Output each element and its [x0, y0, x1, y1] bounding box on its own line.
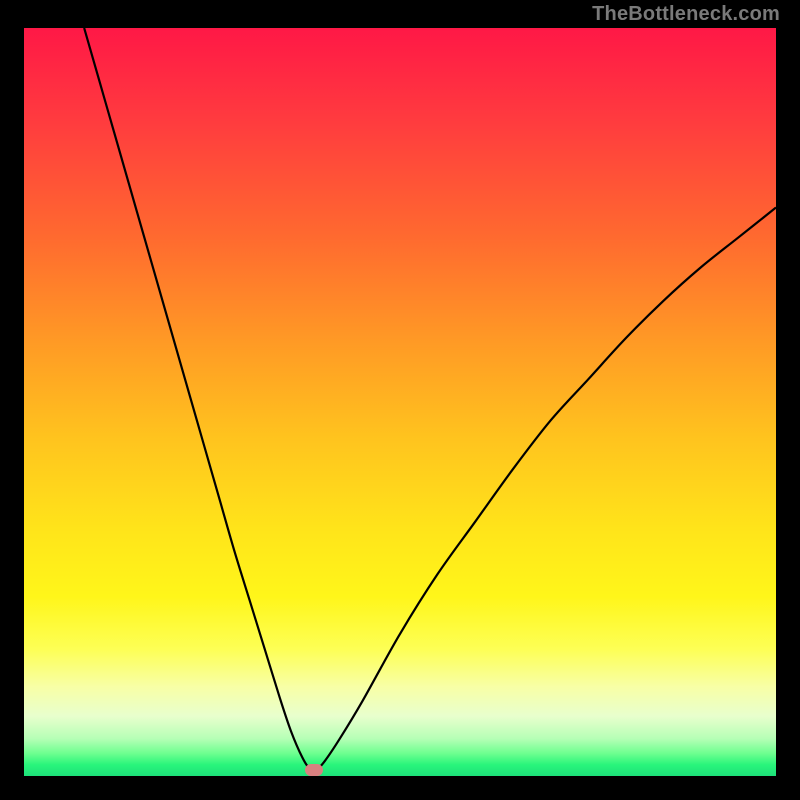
watermark-text: TheBottleneck.com	[592, 3, 780, 26]
chart-frame: TheBottleneck.com	[0, 0, 800, 800]
plot-area	[24, 28, 776, 776]
optimal-marker	[305, 764, 323, 776]
curve-layer	[24, 28, 776, 776]
bottleneck-curve	[84, 28, 776, 770]
